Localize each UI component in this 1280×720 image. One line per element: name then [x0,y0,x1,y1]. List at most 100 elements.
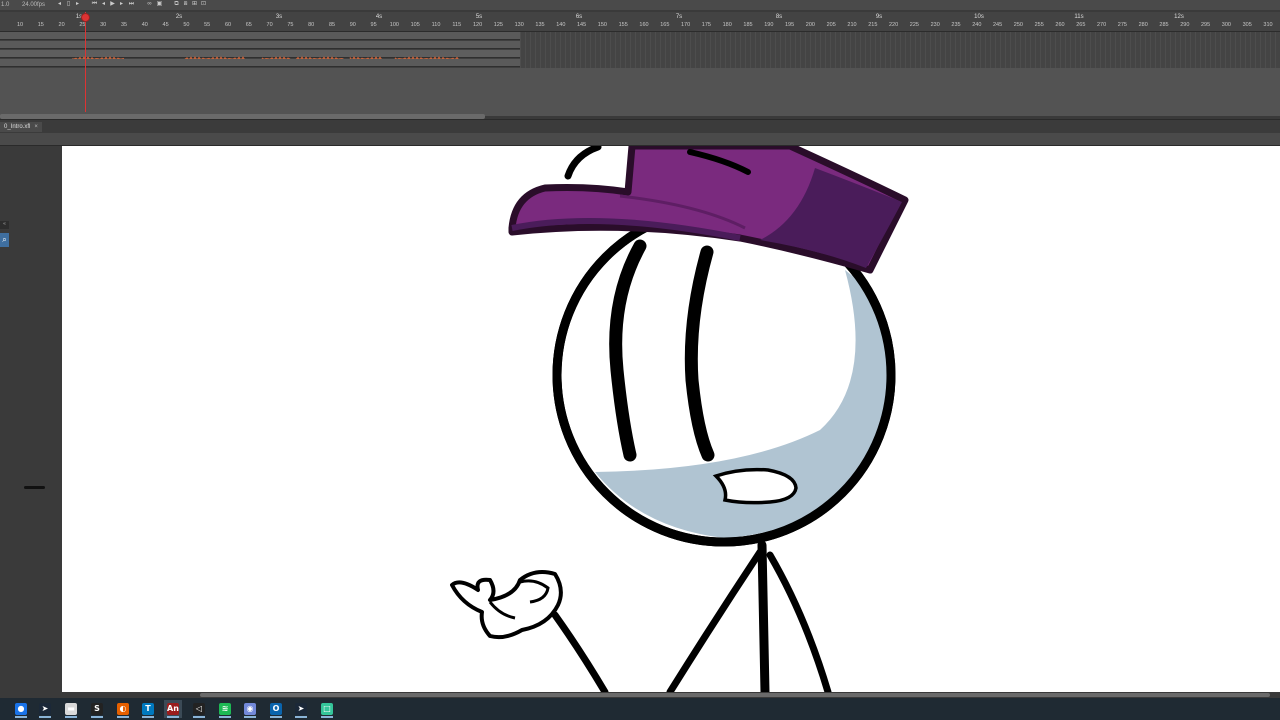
onion-skin-icon[interactable]: ⧉ [173,1,180,8]
close-icon[interactable]: × [34,124,38,130]
edit-bar [0,133,1280,146]
layer-row[interactable] [0,32,520,40]
document-tab-title: 0_Intro.xfl [4,124,31,130]
ruler-frame-label: 85 [328,22,336,28]
frame-display[interactable]: 1.0 [1,1,9,9]
ruler-frame-label: 75 [287,22,294,28]
ruler-frame-label: 185 [743,22,753,28]
left-arm-line [666,548,764,692]
ruler-frame-label: 265 [1076,22,1086,28]
spotify-taskbar-button[interactable]: ≋ [216,700,234,718]
ruler-frame-label: 145 [577,22,587,28]
hat-back-stroke [564,146,602,180]
ruler-frame-label: 220 [889,22,899,28]
playhead[interactable] [85,12,86,112]
frame-grid[interactable] [520,32,1280,68]
timeline-ruler[interactable]: 10 15 20 25 30 35 40 45 50 55 60 65 70 75 80 85 90 95 100 1… [0,12,1280,32]
unity-taskbar-button[interactable]: ◁ [190,700,208,718]
collapse-icon[interactable]: « [0,221,9,229]
ruler-second-label: 8s [775,14,783,20]
ruler-frame-label: 165 [660,22,670,28]
stage-canvas[interactable] [62,146,1280,692]
loop-icon[interactable]: ◂ [56,1,63,8]
audio-layer-row[interactable] [0,50,520,62]
ruler-frame-label: 225 [909,22,919,28]
ruler-frame-label: 105 [410,22,420,28]
ruler-second-label: 4s [375,14,383,20]
trello-icon: T [142,703,154,715]
zoom-tool-icon[interactable]: ⌕ [0,233,9,247]
browser-taskbar-button[interactable]: ● [12,700,30,718]
ruler-frame-label: 305 [1242,22,1252,28]
discord-taskbar-button[interactable]: ◉ [241,700,259,718]
prev-frame-icon[interactable]: ◂ [100,1,107,8]
ruler-frame-label: 30 [100,22,107,28]
ruler-second-label: 6s [575,14,583,20]
ruler-frame-label: 275 [1117,22,1127,28]
first-frame-icon[interactable]: ⏮ [91,1,98,8]
ruler-frame-label: 270 [1097,22,1107,28]
ruler-second-label: 3s [275,14,283,20]
onion-range-icon[interactable]: ⊡ [200,1,207,8]
animate-taskbar-button[interactable]: An [164,700,182,718]
play-icon[interactable]: ▸ [74,1,81,8]
ruler-frame-label: 180 [722,22,732,28]
ruler-frame-label: 285 [1159,22,1169,28]
ruler-frame-label: 255 [1034,22,1044,28]
onion-outline-icon[interactable]: ⧈ [182,1,189,8]
last-frame-icon[interactable]: ⏭ [128,1,135,8]
ruler-frame-label: 190 [764,22,774,28]
camera-icon[interactable]: ▣ [156,1,163,8]
ruler-frame-label: 215 [868,22,878,28]
layer-row[interactable] [0,59,520,67]
app-s-taskbar-button[interactable]: S [88,700,106,718]
ruler-frame-label: 65 [245,22,252,28]
ruler-frame-label: 200 [805,22,815,28]
ruler-frame-label: 80 [308,22,315,28]
mouth [712,467,798,505]
outlook-taskbar-button[interactable]: O [267,700,285,718]
ruler-frame-label: 245 [993,22,1003,28]
play-button-icon[interactable]: ▶ [109,1,116,8]
loop-toggle-icon[interactable]: ∞ [146,1,153,8]
playhead-handle[interactable] [81,13,90,22]
marker-icon[interactable]: ▯ [65,1,72,8]
ruler-frame-label: 20 [58,22,65,28]
ruler-frame-label: 150 [597,22,607,28]
next-frame-icon[interactable]: ▸ [118,1,125,8]
ruler-frame-label: 100 [389,22,399,28]
ruler-frame-label: 45 [162,22,169,28]
discord-icon: ◉ [244,703,256,715]
ruler-frame-label: 210 [847,22,857,28]
app-green-taskbar-button[interactable]: □ [318,700,336,718]
ruler-second-label: 2s [175,14,183,20]
ruler-frame-label: 115 [452,22,462,28]
ruler-frame-label: 140 [556,22,566,28]
explorer-taskbar-button[interactable]: ▬ [62,700,80,718]
ruler-frame-label: 95 [370,22,377,28]
left-panel: « ⌕ [0,146,62,692]
ruler-frame-label: 295 [1201,22,1211,28]
firefox-icon: ◐ [117,703,129,715]
character-drawing [450,146,909,692]
app-green-icon: □ [321,703,333,715]
ruler-frame-label: 15 [37,22,44,28]
pasteboard-stroke [24,486,45,489]
spotify-icon: ≋ [219,703,231,715]
ruler-frame-label: 300 [1221,22,1231,28]
stage-hscroll-thumb[interactable] [200,693,1270,697]
trello-taskbar-button[interactable]: T [139,700,157,718]
steam-taskbar-button[interactable]: ➤ [36,700,54,718]
ruler-frame-label: 170 [681,22,691,28]
firefox-taskbar-button[interactable]: ◐ [114,700,132,718]
document-tab[interactable]: 0_Intro.xfl × [0,122,42,132]
ruler-second-label: 10s [974,14,984,20]
edit-multiple-icon[interactable]: ⊞ [191,1,198,8]
ruler-frame-label: 235 [951,22,961,28]
fps-display[interactable]: 24.00 [22,1,37,9]
ruler-frame-label: 155 [618,22,628,28]
layer-row[interactable] [0,41,520,49]
timeline-empty-area [0,68,1280,116]
animate-icon: An [167,703,179,715]
steam2-taskbar-button[interactable]: ➤ [292,700,310,718]
